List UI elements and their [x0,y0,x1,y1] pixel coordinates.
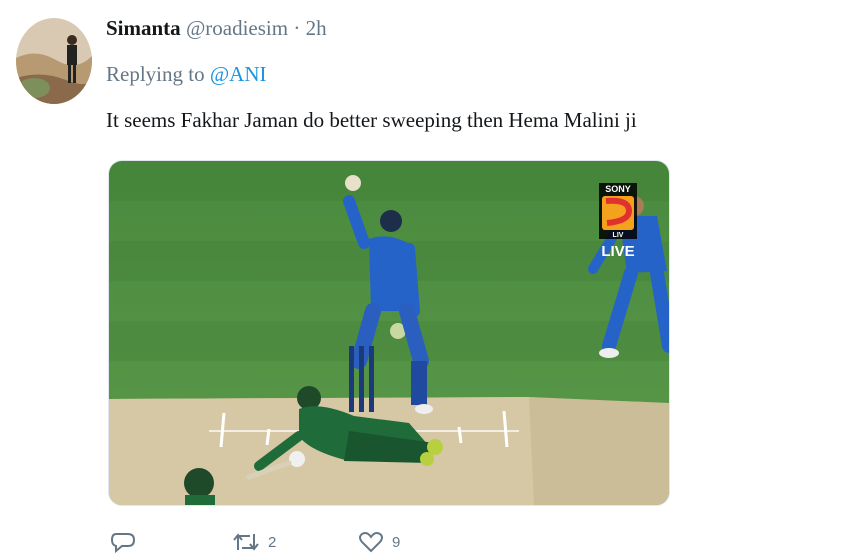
retweet-button[interactable]: 2 [232,530,276,554]
stumps-figure [349,346,374,412]
reply-mention-link[interactable]: @ANI [210,62,267,86]
reply-button[interactable] [110,530,136,554]
svg-text:LIV: LIV [613,232,624,239]
like-count: 9 [392,534,401,551]
heart-icon [359,532,383,553]
retweet-count: 2 [268,534,277,551]
svg-text:SONY: SONY [605,184,631,194]
author-name[interactable]: Simanta [106,16,181,40]
author-avatar[interactable] [16,18,92,104]
broadcaster-logo: SONY LIV [599,183,637,239]
retweet-icon [233,533,259,551]
tweet-action-bar: 2 9 [108,530,468,554]
fielder-head-figure [184,468,215,505]
like-button[interactable]: 9 [358,530,400,554]
author-handle[interactable]: @roadiesim [186,16,288,40]
tweet-media-image[interactable]: SONY LIV LIVE [108,160,670,506]
separator-dot: · [293,16,301,40]
tweet-timestamp[interactable]: 2h [306,16,327,40]
comment-icon [110,533,136,554]
live-label: LIVE [601,243,634,260]
tweet-header: Simanta @roadiesim · 2h [106,16,327,41]
tweet-text: It seems Fakhar Jaman do better sweeping… [106,108,637,132]
replying-prefix: Replying to [106,62,205,86]
replying-to-line: Replying to @ANI [106,62,267,87]
